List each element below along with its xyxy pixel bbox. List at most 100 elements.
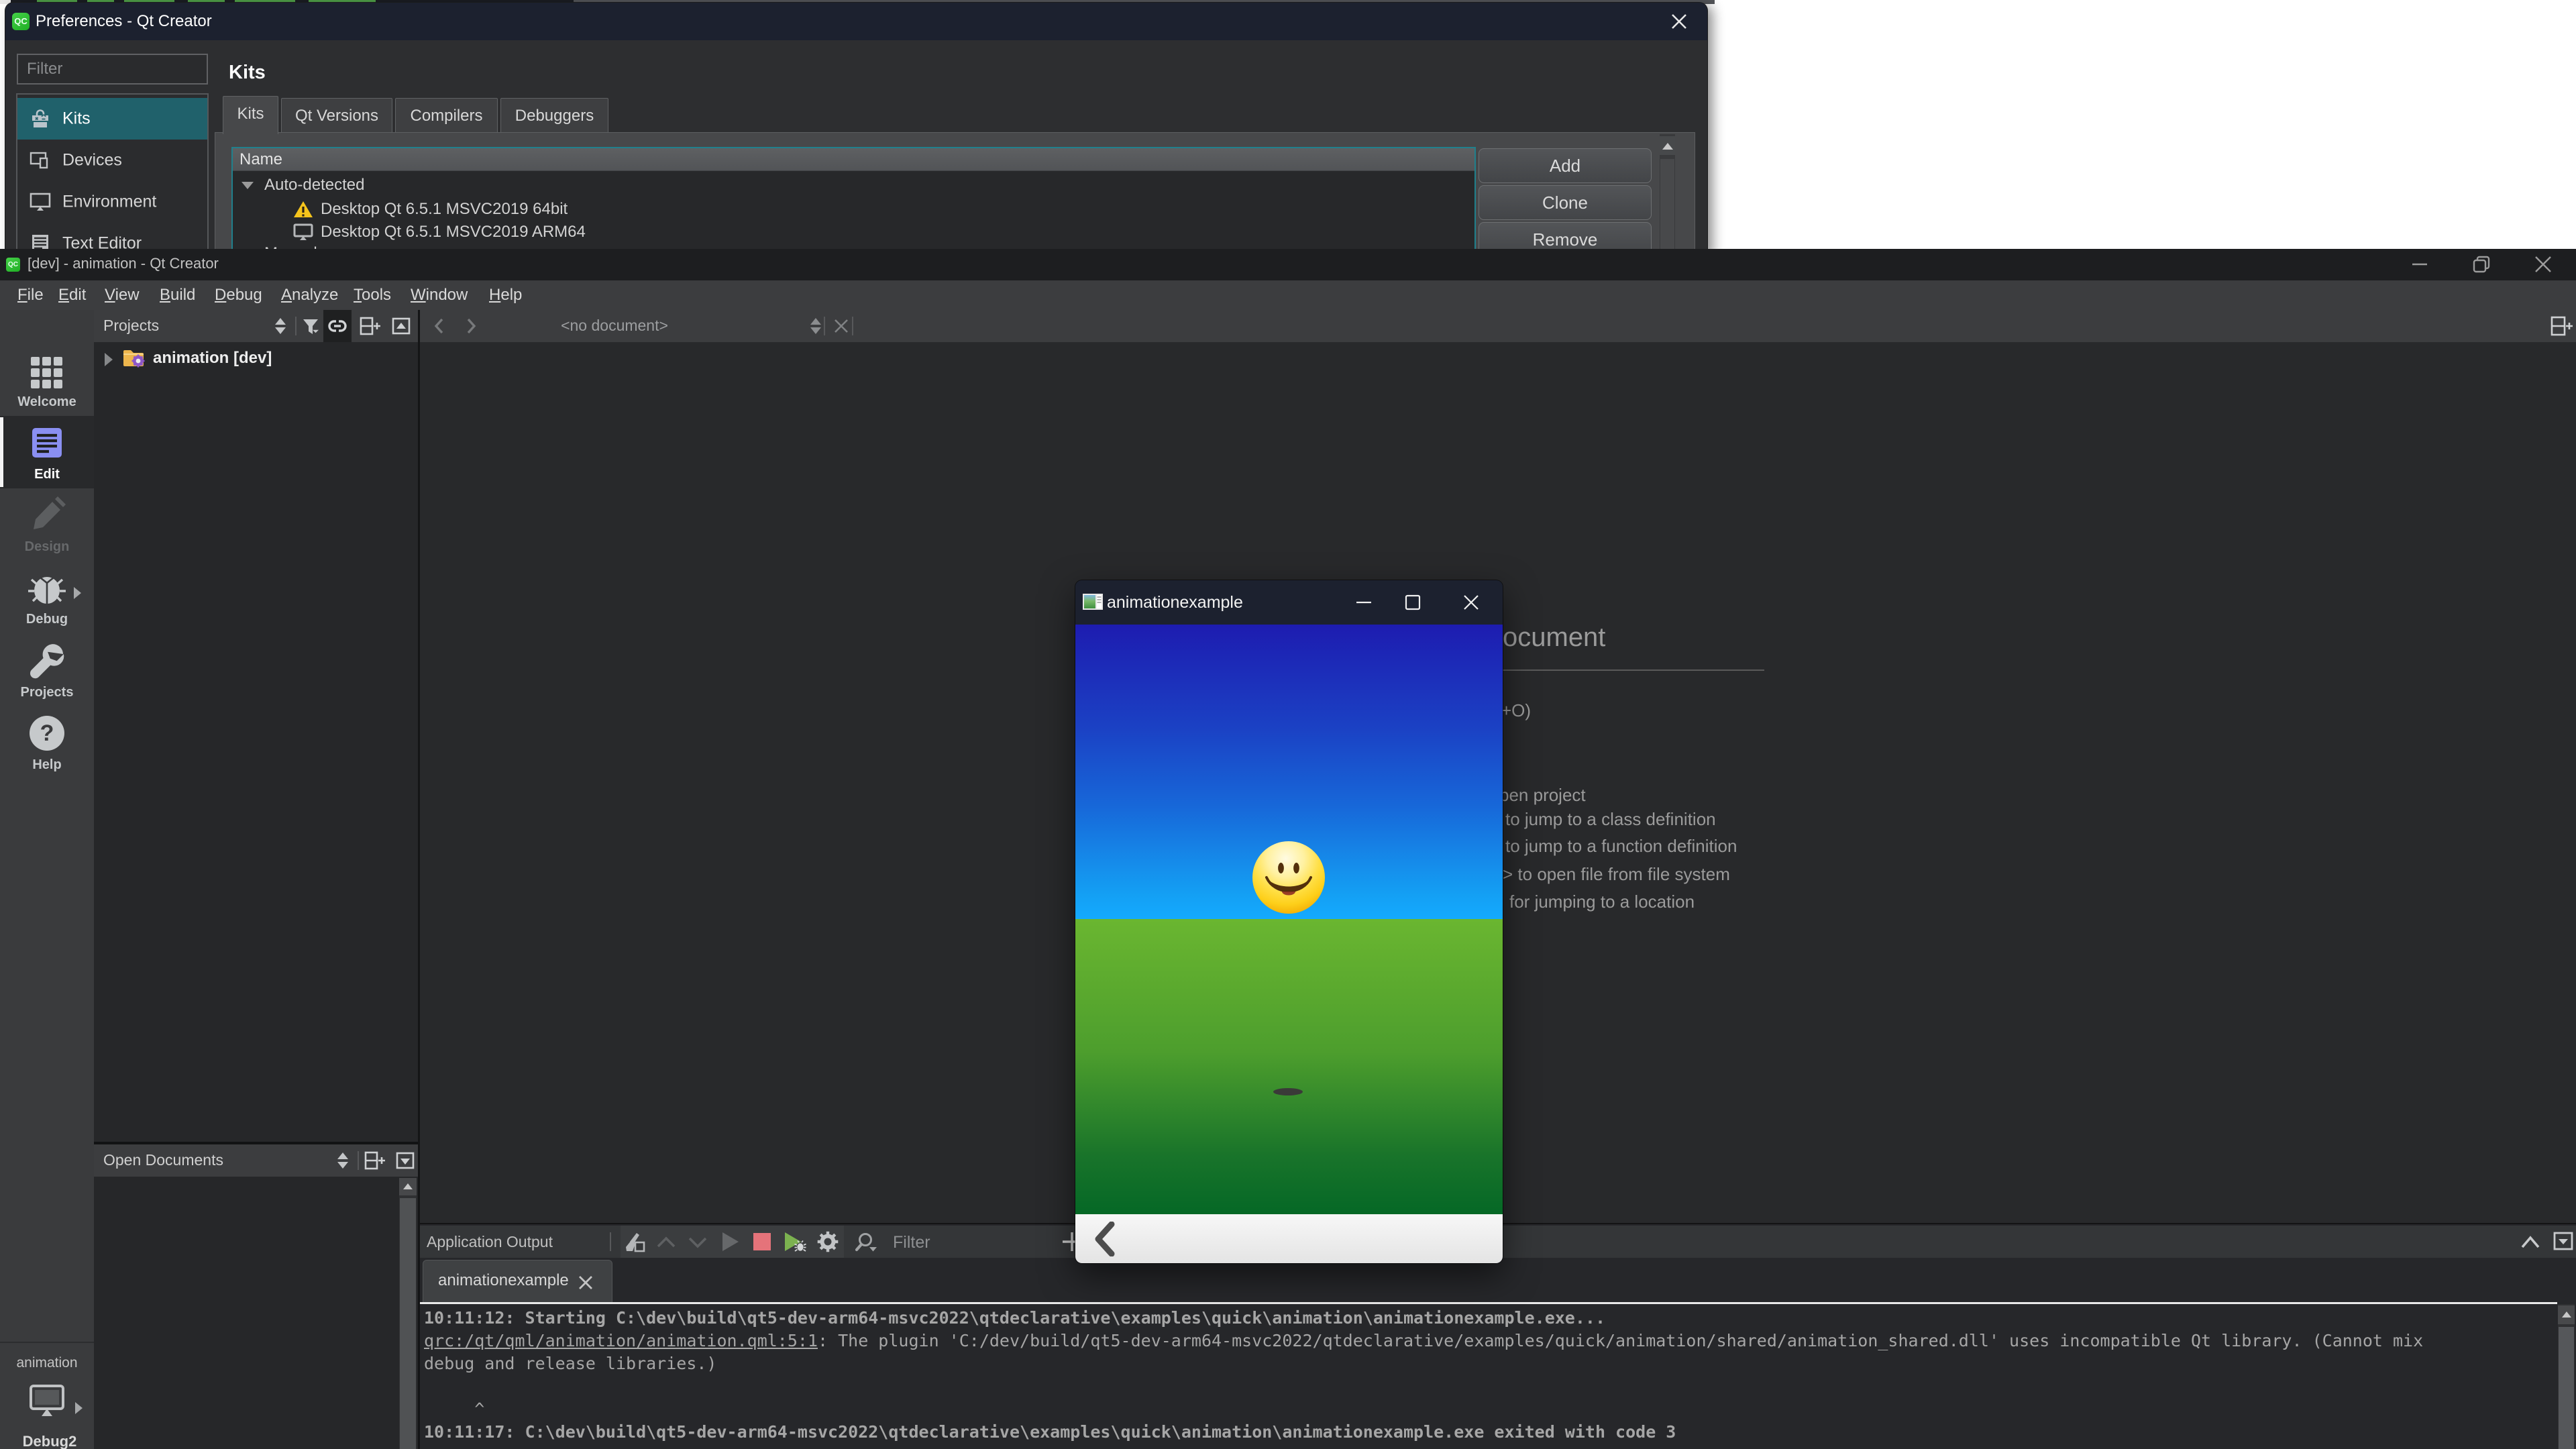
output-tab-animationexample[interactable]: animationexample — [423, 1260, 612, 1303]
main-titlebar[interactable]: QC [dev] - animation - Qt Creator — [0, 249, 2576, 280]
menu-edit[interactable]: Edit — [58, 280, 86, 310]
mode-debug[interactable]: Debug — [0, 561, 94, 633]
scrollbar-handle[interactable] — [400, 1198, 416, 1449]
scroll-up-button[interactable] — [399, 1178, 417, 1195]
console-link[interactable]: qrc:/qt/qml/animation/animation.qml:5:1 — [424, 1331, 818, 1350]
document-combo-arrows-icon[interactable] — [808, 317, 824, 335]
collapse-pane-icon[interactable] — [392, 317, 411, 335]
back-arrow-icon[interactable] — [1091, 1222, 1118, 1256]
mode-welcome[interactable]: Welcome — [0, 343, 94, 416]
clone-button[interactable]: Clone — [1479, 185, 1652, 220]
menu-analyze[interactable]: Analyze — [281, 280, 338, 310]
tab-qt-versions[interactable]: Qt Versions — [281, 98, 392, 133]
mode-label: Debug — [0, 612, 94, 627]
menu-view[interactable]: View — [105, 280, 140, 310]
link-with-editor-button[interactable] — [323, 310, 352, 342]
output-splitter[interactable] — [420, 1302, 2557, 1304]
category-label: Environment — [62, 193, 156, 212]
stop-icon[interactable] — [753, 1233, 771, 1250]
close-icon[interactable] — [1461, 592, 1481, 612]
back-icon[interactable] — [431, 317, 448, 335]
kit-row[interactable]: Desktop Qt 6.5.1 MSVC2019 64bit — [233, 198, 1474, 221]
close-icon[interactable] — [1667, 9, 1691, 34]
smiley-shadow — [1273, 1088, 1303, 1095]
scroll-up-button[interactable] — [2558, 1305, 2575, 1324]
expanded-icon[interactable] — [241, 182, 254, 189]
tab-compilers[interactable]: Compilers — [395, 98, 498, 133]
run-debug-icon[interactable] — [784, 1231, 806, 1252]
menu-tools[interactable]: Tools — [354, 280, 391, 310]
pane-combo-arrows-icon[interactable] — [272, 317, 288, 335]
projects-pane-title[interactable]: Projects — [103, 317, 159, 335]
output-filter-label[interactable]: Filter — [893, 1233, 930, 1252]
expander-icon[interactable] — [105, 353, 113, 366]
smiley-face[interactable] — [1252, 840, 1326, 915]
debug-menu-arrow[interactable] — [74, 587, 81, 599]
split-editor-icon[interactable] — [2551, 316, 2573, 336]
console-output[interactable]: 10:11:12: Starting C:\dev\build\qt5-dev-… — [424, 1307, 2551, 1449]
document-selector[interactable]: <no document> — [474, 317, 755, 335]
kit-group-row[interactable]: Auto-detected — [233, 174, 1474, 197]
minimize-icon[interactable] — [1354, 592, 1374, 612]
help-icon: ? — [25, 712, 68, 755]
open-documents-pane: Open Documents — [94, 1144, 418, 1449]
devices-icon — [28, 148, 52, 172]
minimize-icon[interactable] — [2410, 254, 2430, 274]
run-icon[interactable] — [720, 1231, 740, 1252]
close-tab-icon[interactable] — [576, 1273, 595, 1292]
menu-build[interactable]: Build — [160, 280, 195, 310]
filter-icon[interactable] — [302, 318, 322, 337]
tab-debuggers[interactable]: Debuggers — [500, 98, 608, 133]
mode-help[interactable]: ? Help — [0, 706, 94, 779]
open-documents-scrollbar[interactable] — [399, 1178, 417, 1449]
project-tree-root[interactable]: animation [dev] — [94, 345, 418, 374]
next-item-icon[interactable] — [686, 1235, 710, 1250]
split-pane-icon[interactable] — [364, 1151, 386, 1170]
kit-menu-arrow[interactable] — [75, 1402, 83, 1414]
menu-debug[interactable]: Debug — [215, 280, 262, 310]
kits-page-scrollbar[interactable] — [1660, 134, 1675, 255]
clear-output-icon[interactable] — [625, 1231, 647, 1254]
mode-projects[interactable]: Projects — [0, 634, 94, 706]
category-kits[interactable]: Kits — [17, 98, 207, 140]
maximize-output-icon[interactable] — [2517, 1234, 2544, 1250]
restore-icon[interactable] — [2471, 254, 2491, 274]
project-folder-icon — [122, 347, 145, 368]
edit-icon — [25, 421, 68, 464]
category-devices[interactable]: Devices — [17, 140, 207, 181]
close-icon[interactable] — [2533, 254, 2553, 274]
menu-window[interactable]: Window — [411, 280, 468, 310]
preferences-filter-input[interactable]: Filter — [17, 54, 208, 85]
app-titlebar[interactable]: animationexample — [1075, 580, 1503, 625]
menu-help[interactable]: Help — [489, 280, 522, 310]
settings-gear-icon[interactable] — [816, 1230, 839, 1253]
scroll-up-button[interactable] — [1660, 136, 1675, 155]
kits-table-header[interactable]: Name — [233, 148, 1474, 171]
preferences-titlebar[interactable]: QC Preferences - Qt Creator — [5, 3, 1707, 40]
pane-combo-arrows-icon[interactable] — [335, 1151, 351, 1170]
tab-kits[interactable]: Kits — [223, 96, 278, 134]
scrollbar-handle[interactable] — [1660, 159, 1674, 255]
previous-item-icon[interactable] — [654, 1235, 678, 1250]
mode-label: Design — [0, 539, 94, 555]
split-pane-icon[interactable] — [360, 317, 381, 335]
warning-icon — [293, 200, 313, 219]
output-toolbar-cluster — [621, 1226, 844, 1258]
open-documents-title[interactable]: Open Documents — [103, 1151, 223, 1169]
menu-file[interactable]: File — [17, 280, 44, 310]
category-environment[interactable]: Environment — [17, 181, 207, 223]
close-pane-icon[interactable] — [396, 1152, 415, 1169]
console-scrollbar[interactable] — [2558, 1304, 2575, 1449]
hint-line: pen project — [1499, 785, 1586, 806]
collapse-output-icon[interactable] — [2553, 1232, 2573, 1250]
filter-output-icon[interactable] — [855, 1232, 879, 1254]
environment-icon — [28, 190, 52, 214]
mode-edit[interactable]: Edit — [0, 416, 94, 488]
run-target-icon[interactable] — [30, 1383, 64, 1424]
close-document-icon[interactable] — [832, 317, 851, 335]
maximize-icon[interactable] — [1403, 592, 1423, 612]
hint-line: to jump to a class definition — [1505, 809, 1716, 830]
kit-row[interactable]: Desktop Qt 6.5.1 MSVC2019 ARM64 — [233, 221, 1474, 244]
scrollbar-handle[interactable] — [2559, 1327, 2574, 1449]
add-button[interactable]: Add — [1479, 148, 1652, 183]
